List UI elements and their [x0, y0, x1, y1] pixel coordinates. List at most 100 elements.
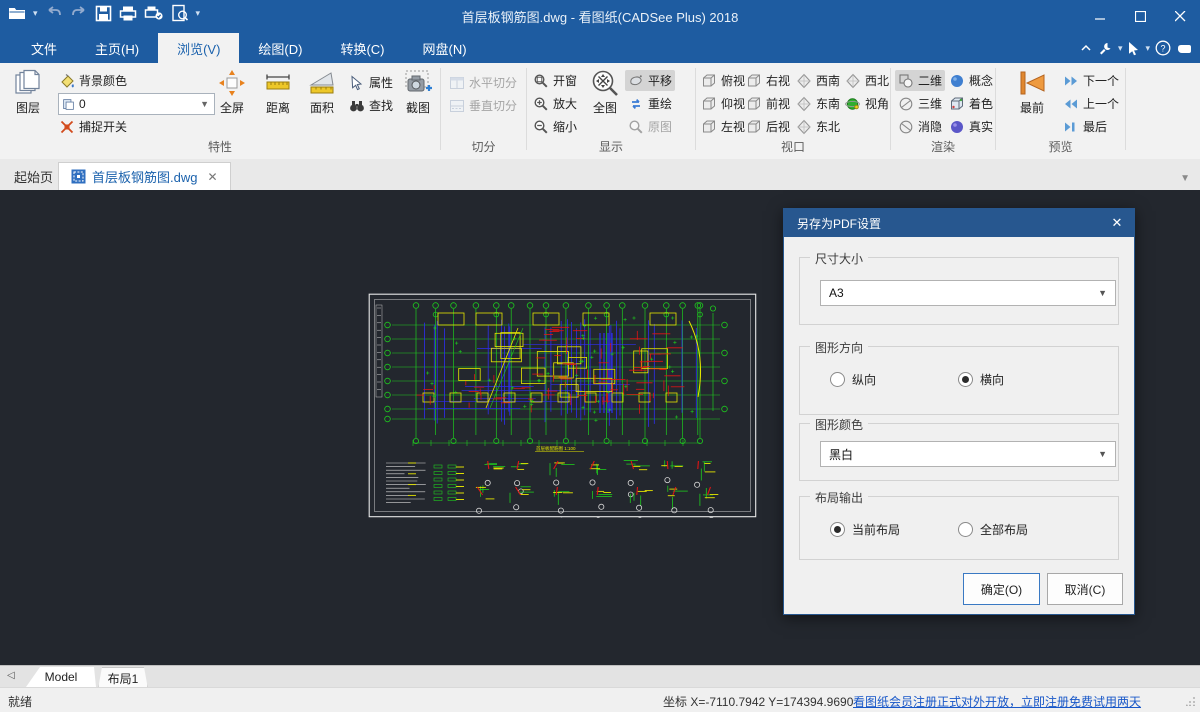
- dialog-titlebar[interactable]: 另存为PDF设置: [784, 209, 1134, 237]
- color-select-arrow-icon: ▼: [1098, 449, 1107, 459]
- landscape-radio[interactable]: 横向: [958, 371, 1004, 388]
- resize-grip[interactable]: [1186, 696, 1196, 706]
- ribbon: 图层 背景颜色 0 ▼: [0, 63, 1200, 160]
- open-file-dropdown-icon[interactable]: ▾: [33, 8, 38, 18]
- zoom-out-icon: [533, 119, 549, 135]
- view-front-button[interactable]: 前视: [743, 93, 793, 114]
- view-sw-button[interactable]: 西南: [793, 70, 843, 91]
- undo-icon[interactable]: [45, 5, 63, 21]
- save-icon[interactable]: [95, 5, 112, 22]
- vsplit-button[interactable]: 垂直切分: [446, 95, 520, 116]
- tools-dropdown-icon[interactable]: ▾: [1118, 43, 1123, 53]
- render-3d-icon: [898, 96, 914, 112]
- batch-print-icon[interactable]: [144, 5, 164, 22]
- find-button[interactable]: 查找: [346, 95, 396, 116]
- redraw-button[interactable]: 重绘: [625, 93, 675, 114]
- help-icon[interactable]: ?: [1155, 40, 1171, 56]
- background-color-button[interactable]: 背景颜色: [56, 70, 130, 91]
- attribute-button[interactable]: 属性: [346, 72, 396, 93]
- layout-tab-model[interactable]: Model: [26, 667, 96, 687]
- view-se-button[interactable]: 东南: [793, 93, 843, 114]
- qat-customize-icon[interactable]: ▾: [196, 8, 201, 18]
- render-concept-icon: [949, 73, 965, 89]
- print-icon[interactable]: [119, 5, 137, 22]
- view-right-button[interactable]: 右视: [743, 70, 793, 91]
- doc-tab-overflow-icon[interactable]: ▼: [1180, 173, 1190, 184]
- tab-file[interactable]: 文件: [12, 33, 76, 63]
- render-2d-button[interactable]: 二维: [895, 70, 945, 91]
- group-label-split: 切分: [441, 138, 526, 155]
- close-button[interactable]: [1160, 0, 1200, 33]
- tab-home[interactable]: 主页(H): [76, 33, 158, 63]
- status-ready: 就绪: [8, 693, 32, 710]
- maximize-button[interactable]: [1120, 0, 1160, 33]
- orientation-groupbox: 图形方向 纵向 横向: [799, 346, 1119, 415]
- snap-toggle-button[interactable]: 捕捉开关: [56, 116, 130, 137]
- feedback-hand-icon[interactable]: [1176, 41, 1192, 55]
- view-bottom-button[interactable]: 仰视: [698, 93, 748, 114]
- portrait-radio[interactable]: 纵向: [830, 371, 876, 388]
- zoom-in-button[interactable]: 放大: [530, 93, 580, 114]
- preview-next-button[interactable]: 下一个: [1060, 70, 1122, 91]
- cursor-mode-icon[interactable]: [1127, 41, 1140, 56]
- current-layout-radio[interactable]: 当前布局: [830, 521, 900, 538]
- preview-last-button[interactable]: 最后: [1060, 116, 1110, 137]
- tools-wrench-icon[interactable]: [1098, 41, 1113, 56]
- svg-text:?: ?: [1160, 43, 1165, 53]
- doc-tab-start[interactable]: 起始页: [2, 163, 65, 190]
- doc-tab-active[interactable]: 首层板钢筋图.dwg ✕: [58, 162, 231, 190]
- status-bar: 就绪 坐标 X=-7110.7942 Y=174394.9690 看图纸会员注册…: [0, 687, 1200, 712]
- layer-select[interactable]: 0 ▼: [58, 93, 215, 115]
- cancel-button[interactable]: 取消(C): [1047, 573, 1123, 605]
- doc-tab-close-icon[interactable]: ✕: [207, 170, 217, 184]
- layers-button[interactable]: 图层: [6, 68, 50, 126]
- ok-button[interactable]: 确定(O): [963, 573, 1040, 605]
- view-top-button[interactable]: 俯视: [698, 70, 748, 91]
- tab-cloud[interactable]: 网盘(N): [404, 33, 486, 63]
- area-button[interactable]: 面积: [300, 68, 344, 126]
- view-nw-button[interactable]: 西北: [842, 70, 892, 91]
- view-back-button[interactable]: 后视: [743, 116, 793, 137]
- minimize-button[interactable]: [1080, 0, 1120, 33]
- zoom-all-button[interactable]: 全图: [583, 68, 627, 126]
- view-left-button[interactable]: 左视: [698, 116, 748, 137]
- view-ne-button[interactable]: 东北: [793, 116, 843, 137]
- zoom-out-button[interactable]: 缩小: [530, 116, 580, 137]
- render-shaded-button[interactable]: 着色: [946, 93, 996, 114]
- dialog-close-icon[interactable]: ✕: [1100, 209, 1134, 237]
- tab-convert[interactable]: 转换(C): [321, 33, 403, 63]
- layout-tab-scroll-left-icon[interactable]: ◁: [7, 670, 15, 681]
- render-hide-button[interactable]: 消隐: [895, 116, 945, 137]
- preview-prev-button[interactable]: 上一个: [1060, 93, 1122, 114]
- preview-first-button[interactable]: 最前: [1010, 68, 1054, 126]
- open-file-icon[interactable]: [8, 5, 26, 21]
- zoom-original-button[interactable]: 原图: [625, 116, 675, 137]
- group-label-display: 显示: [527, 138, 695, 155]
- cursor-dropdown-icon[interactable]: ▾: [1145, 43, 1150, 53]
- distance-button[interactable]: 距离: [256, 68, 300, 126]
- layout-tab-layout1[interactable]: 布局1: [98, 667, 148, 689]
- collapse-ribbon-icon[interactable]: [1079, 42, 1093, 54]
- all-layouts-radio[interactable]: 全部布局: [958, 521, 1028, 538]
- fullscreen-button[interactable]: 全屏: [210, 68, 254, 126]
- render-3d-button[interactable]: 三维: [895, 93, 945, 114]
- snapshot-button[interactable]: 截图: [396, 68, 440, 126]
- color-select[interactable]: 黑白 ▼: [820, 441, 1116, 467]
- status-promo-link[interactable]: 看图纸会员注册正式对外开放，立即注册免费试用两天: [853, 693, 1141, 710]
- zoom-window-button[interactable]: 开窗: [530, 70, 580, 91]
- group-label-properties: 特性: [0, 138, 440, 155]
- pan-button[interactable]: 平移: [625, 70, 675, 91]
- tab-draw[interactable]: 绘图(D): [239, 33, 321, 63]
- paper-size-select[interactable]: A3 ▼: [820, 280, 1116, 306]
- current-layout-radio-circle: [830, 522, 845, 537]
- view-angle-icon: [845, 96, 861, 112]
- view-angle-button[interactable]: 视角: [842, 93, 892, 114]
- redo-icon[interactable]: [70, 5, 88, 21]
- render-realistic-button[interactable]: 真实: [946, 116, 996, 137]
- layers-icon: [14, 69, 42, 97]
- hsplit-button[interactable]: 水平切分: [446, 72, 520, 93]
- preview-doc-icon[interactable]: [171, 4, 189, 22]
- tab-view[interactable]: 浏览(V): [158, 33, 239, 63]
- render-concept-button[interactable]: 概念: [946, 70, 996, 91]
- all-layouts-radio-circle: [958, 522, 973, 537]
